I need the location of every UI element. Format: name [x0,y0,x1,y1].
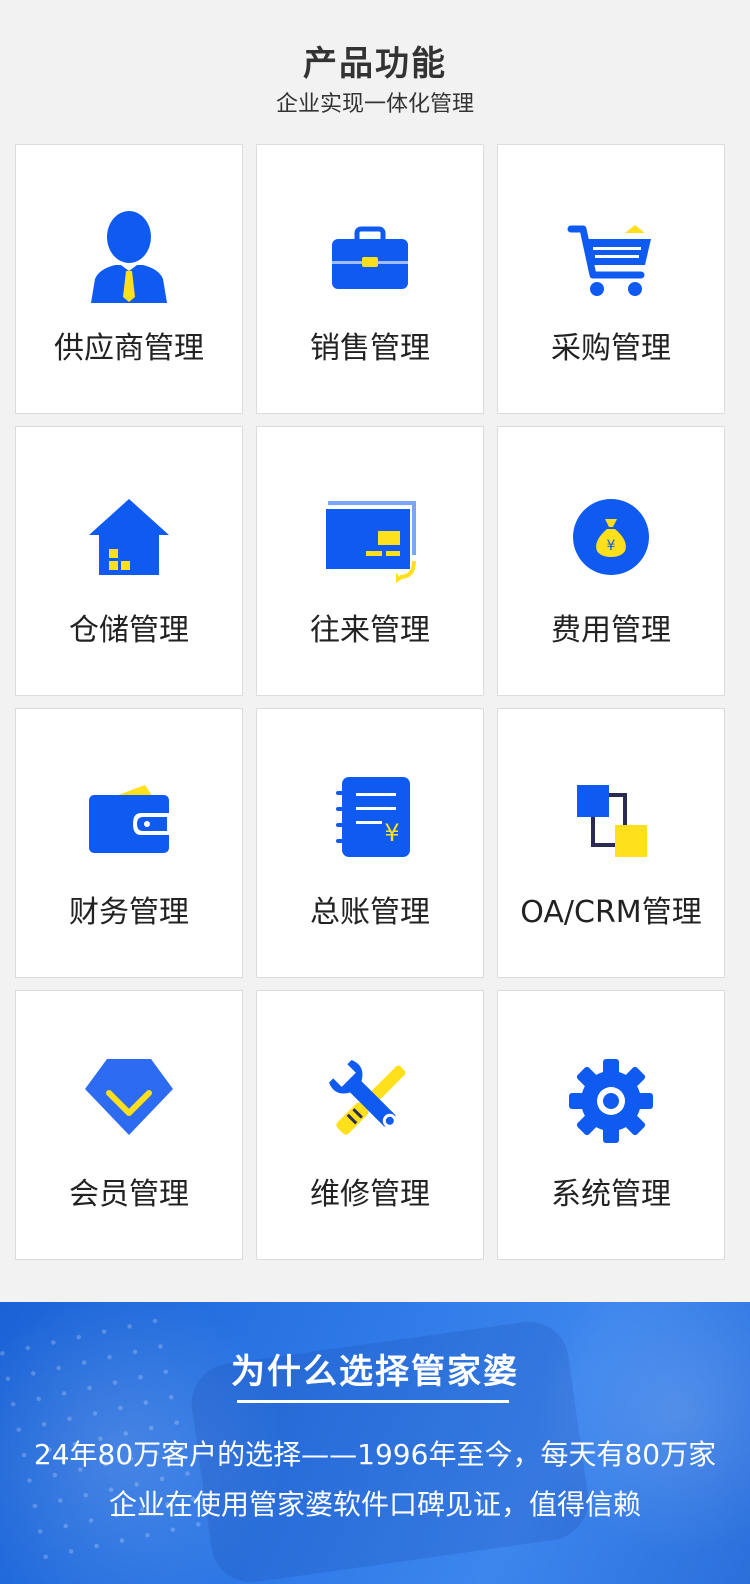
feature-label: OA/CRM管理 [520,895,702,930]
feature-label: 总账管理 [310,895,430,930]
svg-text:¥: ¥ [607,538,616,554]
feature-label: 供应商管理 [54,331,204,366]
gear-icon [563,1053,659,1149]
feature-card-system[interactable]: 系统管理 [497,990,725,1260]
product-features-section: 产品功能 企业实现一体化管理 供应商管理 销售管理 采购管理 仓储管理 往来管理… [0,0,750,1302]
feature-card-transactions[interactable]: 往来管理 [256,426,484,696]
supplier-person-icon [81,207,177,303]
feature-label: 维修管理 [310,1177,430,1212]
feature-label: 系统管理 [551,1177,671,1212]
feature-card-supplier[interactable]: 供应商管理 [15,144,243,414]
oa-crm-squares-icon [563,771,659,867]
feature-card-oa-crm[interactable]: OA/CRM管理 [497,708,725,978]
feature-card-members[interactable]: 会员管理 [15,990,243,1260]
wallet-icon [81,771,177,867]
feature-card-warehouse[interactable]: 仓储管理 [15,426,243,696]
why-choose-section: 为什么选择管家婆 24年80万客户的选择——1996年至今，每天有80万家企业在… [0,1302,750,1584]
feature-card-ledger[interactable]: ¥ 总账管理 [256,708,484,978]
feature-label: 销售管理 [310,331,430,366]
warehouse-house-icon [81,489,177,585]
feature-card-sales[interactable]: 销售管理 [256,144,484,414]
feature-label: 仓储管理 [69,613,189,648]
feature-label: 采购管理 [551,331,671,366]
why-description: 24年80万客户的选择——1996年至今，每天有80万家企业在使用管家婆软件口碑… [33,1438,717,1521]
feature-card-finance[interactable]: 财务管理 [15,708,243,978]
feature-card-expenses[interactable]: ¥ 费用管理 [497,426,725,696]
feature-label: 财务管理 [69,895,189,930]
shopping-cart-icon [563,207,659,303]
wrench-screwdriver-icon [322,1053,418,1149]
feature-label: 往来管理 [310,613,430,648]
why-title: 为什么选择管家婆 [231,1352,519,1392]
money-bag-icon: ¥ [563,489,659,585]
ledger-notebook-icon: ¥ [322,771,418,867]
briefcase-icon [322,207,418,303]
transaction-card-icon [322,489,418,585]
diamond-icon [81,1053,177,1149]
feature-label: 费用管理 [551,613,671,648]
section-subtitle: 企业实现一体化管理 [275,92,474,117]
title-underline [237,1400,509,1403]
feature-card-repair[interactable]: 维修管理 [256,990,484,1260]
section-title: 产品功能 [303,44,447,84]
feature-label: 会员管理 [69,1177,189,1212]
feature-grid: 供应商管理 销售管理 采购管理 仓储管理 往来管理 ¥ 费用管理 财务管理 ¥ … [15,144,725,1260]
svg-text:¥: ¥ [384,819,399,847]
feature-card-purchase[interactable]: 采购管理 [497,144,725,414]
